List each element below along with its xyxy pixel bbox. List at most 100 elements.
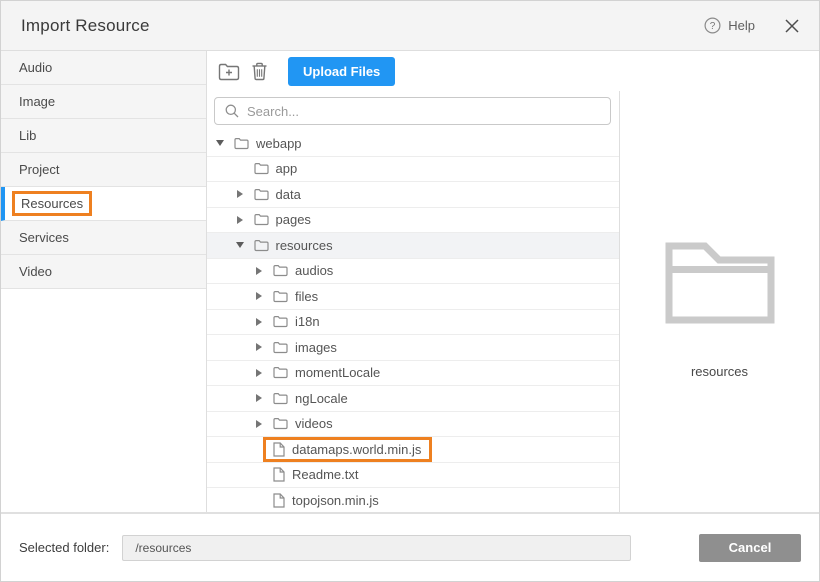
dialog-header: Import Resource ? Help [1,1,819,51]
tree-row-label: app [276,161,298,176]
tree-row[interactable]: pages [207,208,619,234]
tree-row-label: audios [295,263,333,278]
annotation-highlight-box: datamaps.world.min.js [263,437,432,462]
content-area: webapp app data pages resources audios files i1… [207,91,819,512]
file-icon [273,442,285,457]
sidebar-item-label: Resources [12,191,92,216]
trash-icon[interactable] [251,62,268,81]
tree-row[interactable]: videos [207,412,619,438]
file-tree-panel: webapp app data pages resources audios files i1… [207,91,620,512]
tree-row[interactable]: webapp [207,131,619,157]
tree-row-label: i18n [295,314,320,329]
sidebar: Audio Image Lib Project Resources Services Vid… [1,51,206,512]
chevron-right-icon[interactable] [235,216,245,224]
search-input[interactable] [247,104,600,119]
file-tree: webapp app data pages resources audios files i1… [207,131,619,512]
chevron-right-icon[interactable] [254,318,264,326]
selected-folder-label: Selected folder: [19,540,109,555]
chevron-right-icon[interactable] [254,267,264,275]
page-title: Import Resource [21,16,150,36]
sidebar-item-resources[interactable]: Resources [1,187,206,221]
tree-row[interactable]: app [207,157,619,183]
sidebar-item-lib[interactable]: Lib [1,119,206,153]
big-folder-icon [660,233,780,334]
tree-row[interactable]: images [207,335,619,361]
tree-row-label: files [295,289,318,304]
tree-row-label: ngLocale [295,391,348,406]
chevron-right-icon[interactable] [235,190,245,198]
sidebar-item-label: Services [19,230,69,245]
tree-row[interactable]: topojson.min.js [207,488,619,512]
main-panel: Upload Files webapp app data pages resources… [206,51,819,512]
tree-row[interactable]: i18n [207,310,619,336]
sidebar-item-image[interactable]: Image [1,85,206,119]
cancel-button[interactable]: Cancel [699,534,801,562]
folder-icon [273,341,288,354]
file-icon [273,467,285,482]
sidebar-item-audio[interactable]: Audio [1,51,206,85]
tree-row-label: topojson.min.js [292,493,379,508]
tree-row-label: data [276,187,301,202]
folder-icon [273,392,288,405]
sidebar-item-label: Project [19,162,59,177]
tree-row-label: Readme.txt [292,467,358,482]
search-icon [225,104,239,118]
folder-icon [273,366,288,379]
close-icon[interactable] [785,19,799,33]
sidebar-item-label: Audio [19,60,52,75]
chevron-right-icon[interactable] [254,369,264,377]
folder-icon [234,137,249,150]
folder-icon [254,162,269,175]
tree-row-label: datamaps.world.min.js [292,442,421,457]
chevron-down-icon[interactable] [235,242,245,248]
tree-row[interactable]: files [207,284,619,310]
chevron-right-icon[interactable] [254,420,264,428]
chevron-right-icon[interactable] [254,394,264,402]
file-icon [273,493,285,508]
chevron-down-icon[interactable] [215,140,225,146]
folder-icon [273,315,288,328]
tree-row-label: videos [295,416,333,431]
tree-row-label: momentLocale [295,365,380,380]
detail-panel: resources [620,91,819,512]
help-label: Help [728,18,755,33]
chevron-right-icon[interactable] [254,343,264,351]
tree-row-label: images [295,340,337,355]
svg-text:?: ? [710,21,716,32]
sidebar-item-label: Lib [19,128,36,143]
tree-row[interactable]: momentLocale [207,361,619,387]
add-folder-icon[interactable] [218,62,240,81]
selected-folder-path-input[interactable] [122,535,631,561]
sidebar-item-services[interactable]: Services [1,221,206,255]
tree-row[interactable]: data [207,182,619,208]
tree-row-label: webapp [256,136,302,151]
toolbar: Upload Files [207,51,819,91]
sidebar-item-video[interactable]: Video [1,255,206,289]
tree-row-label: pages [276,212,311,227]
tree-row[interactable]: Readme.txt [207,463,619,489]
import-resource-dialog: Import Resource ? Help Audio Image Lib Proj… [0,0,820,582]
folder-icon [273,290,288,303]
folder-icon [273,264,288,277]
folder-icon [254,239,269,252]
tree-row[interactable]: datamaps.world.min.js [207,437,619,463]
sidebar-item-label: Image [19,94,55,109]
selected-folder-name: resources [691,364,748,379]
sidebar-item-project[interactable]: Project [1,153,206,187]
folder-icon [273,417,288,430]
dialog-body: Audio Image Lib Project Resources Services Vid… [1,51,819,512]
tree-row-label: resources [276,238,333,253]
search-box[interactable] [214,97,611,125]
dialog-footer: Selected folder: Cancel [1,512,819,581]
folder-icon [254,188,269,201]
tree-row[interactable]: ngLocale [207,386,619,412]
help-question-icon: ? [704,17,721,34]
help-button[interactable]: ? Help [704,17,755,34]
chevron-right-icon[interactable] [254,292,264,300]
tree-row[interactable]: resources [207,233,619,259]
folder-icon [254,213,269,226]
tree-row[interactable]: audios [207,259,619,285]
search-wrap [207,91,619,131]
sidebar-item-label: Video [19,264,52,279]
upload-files-button[interactable]: Upload Files [288,57,395,86]
